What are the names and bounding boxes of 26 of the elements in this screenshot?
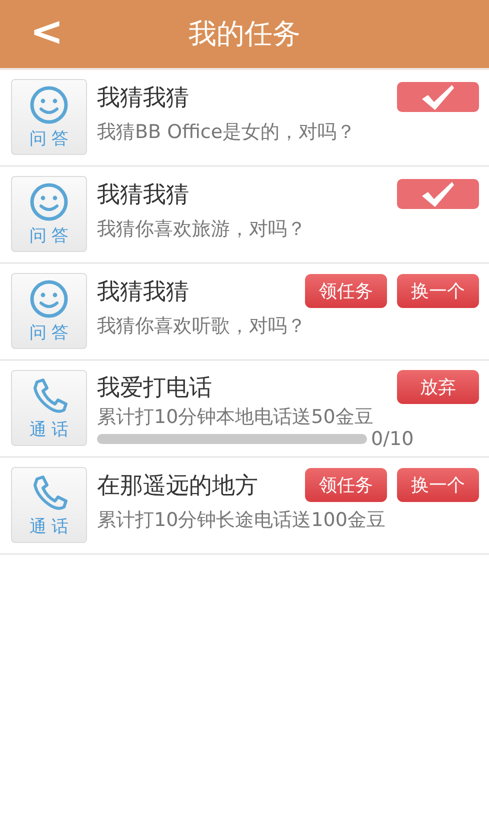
task-type-label: 通 话 [29, 516, 69, 538]
task-description: 累计打10分钟本地电话送50金豆 [97, 405, 374, 430]
task-description: 我猜你喜欢听歌，对吗？ [97, 314, 307, 339]
task-button[interactable]: 领任务 [305, 468, 387, 502]
task-description: 累计打10分钟长途电话送100金豆 [97, 508, 386, 533]
task-title: 我爱打电话 [97, 374, 213, 402]
task-button[interactable]: 换一个 [397, 468, 479, 502]
task-type-label: 问 答 [29, 322, 69, 344]
smiley-icon [29, 278, 69, 318]
page-title: 我的任务 [188, 16, 300, 52]
smiley-icon [29, 84, 69, 124]
progress-reading: 0/10 [371, 428, 414, 450]
task-type-label: 问 答 [29, 224, 69, 246]
task-type-label: 通 话 [29, 418, 69, 440]
task-title: 在那遥远的地方 [97, 472, 259, 500]
back-button[interactable]: < [24, 10, 70, 54]
task-button[interactable]: 放弃 [397, 370, 479, 404]
task-description: 我猜BB Office是女的，对吗？ [97, 120, 357, 145]
task-button[interactable]: 领任务 [305, 274, 387, 308]
task-button[interactable]: 换一个 [397, 274, 479, 308]
task-title: 我猜我猜 [97, 84, 190, 112]
task-description: 我猜你喜欢旅游，对吗？ [97, 217, 307, 242]
task-type-label: 问 答 [29, 128, 69, 150]
task-title: 我猜我猜 [97, 180, 190, 210]
task-title: 我猜我猜 [97, 278, 190, 306]
smiley-icon [29, 182, 69, 222]
